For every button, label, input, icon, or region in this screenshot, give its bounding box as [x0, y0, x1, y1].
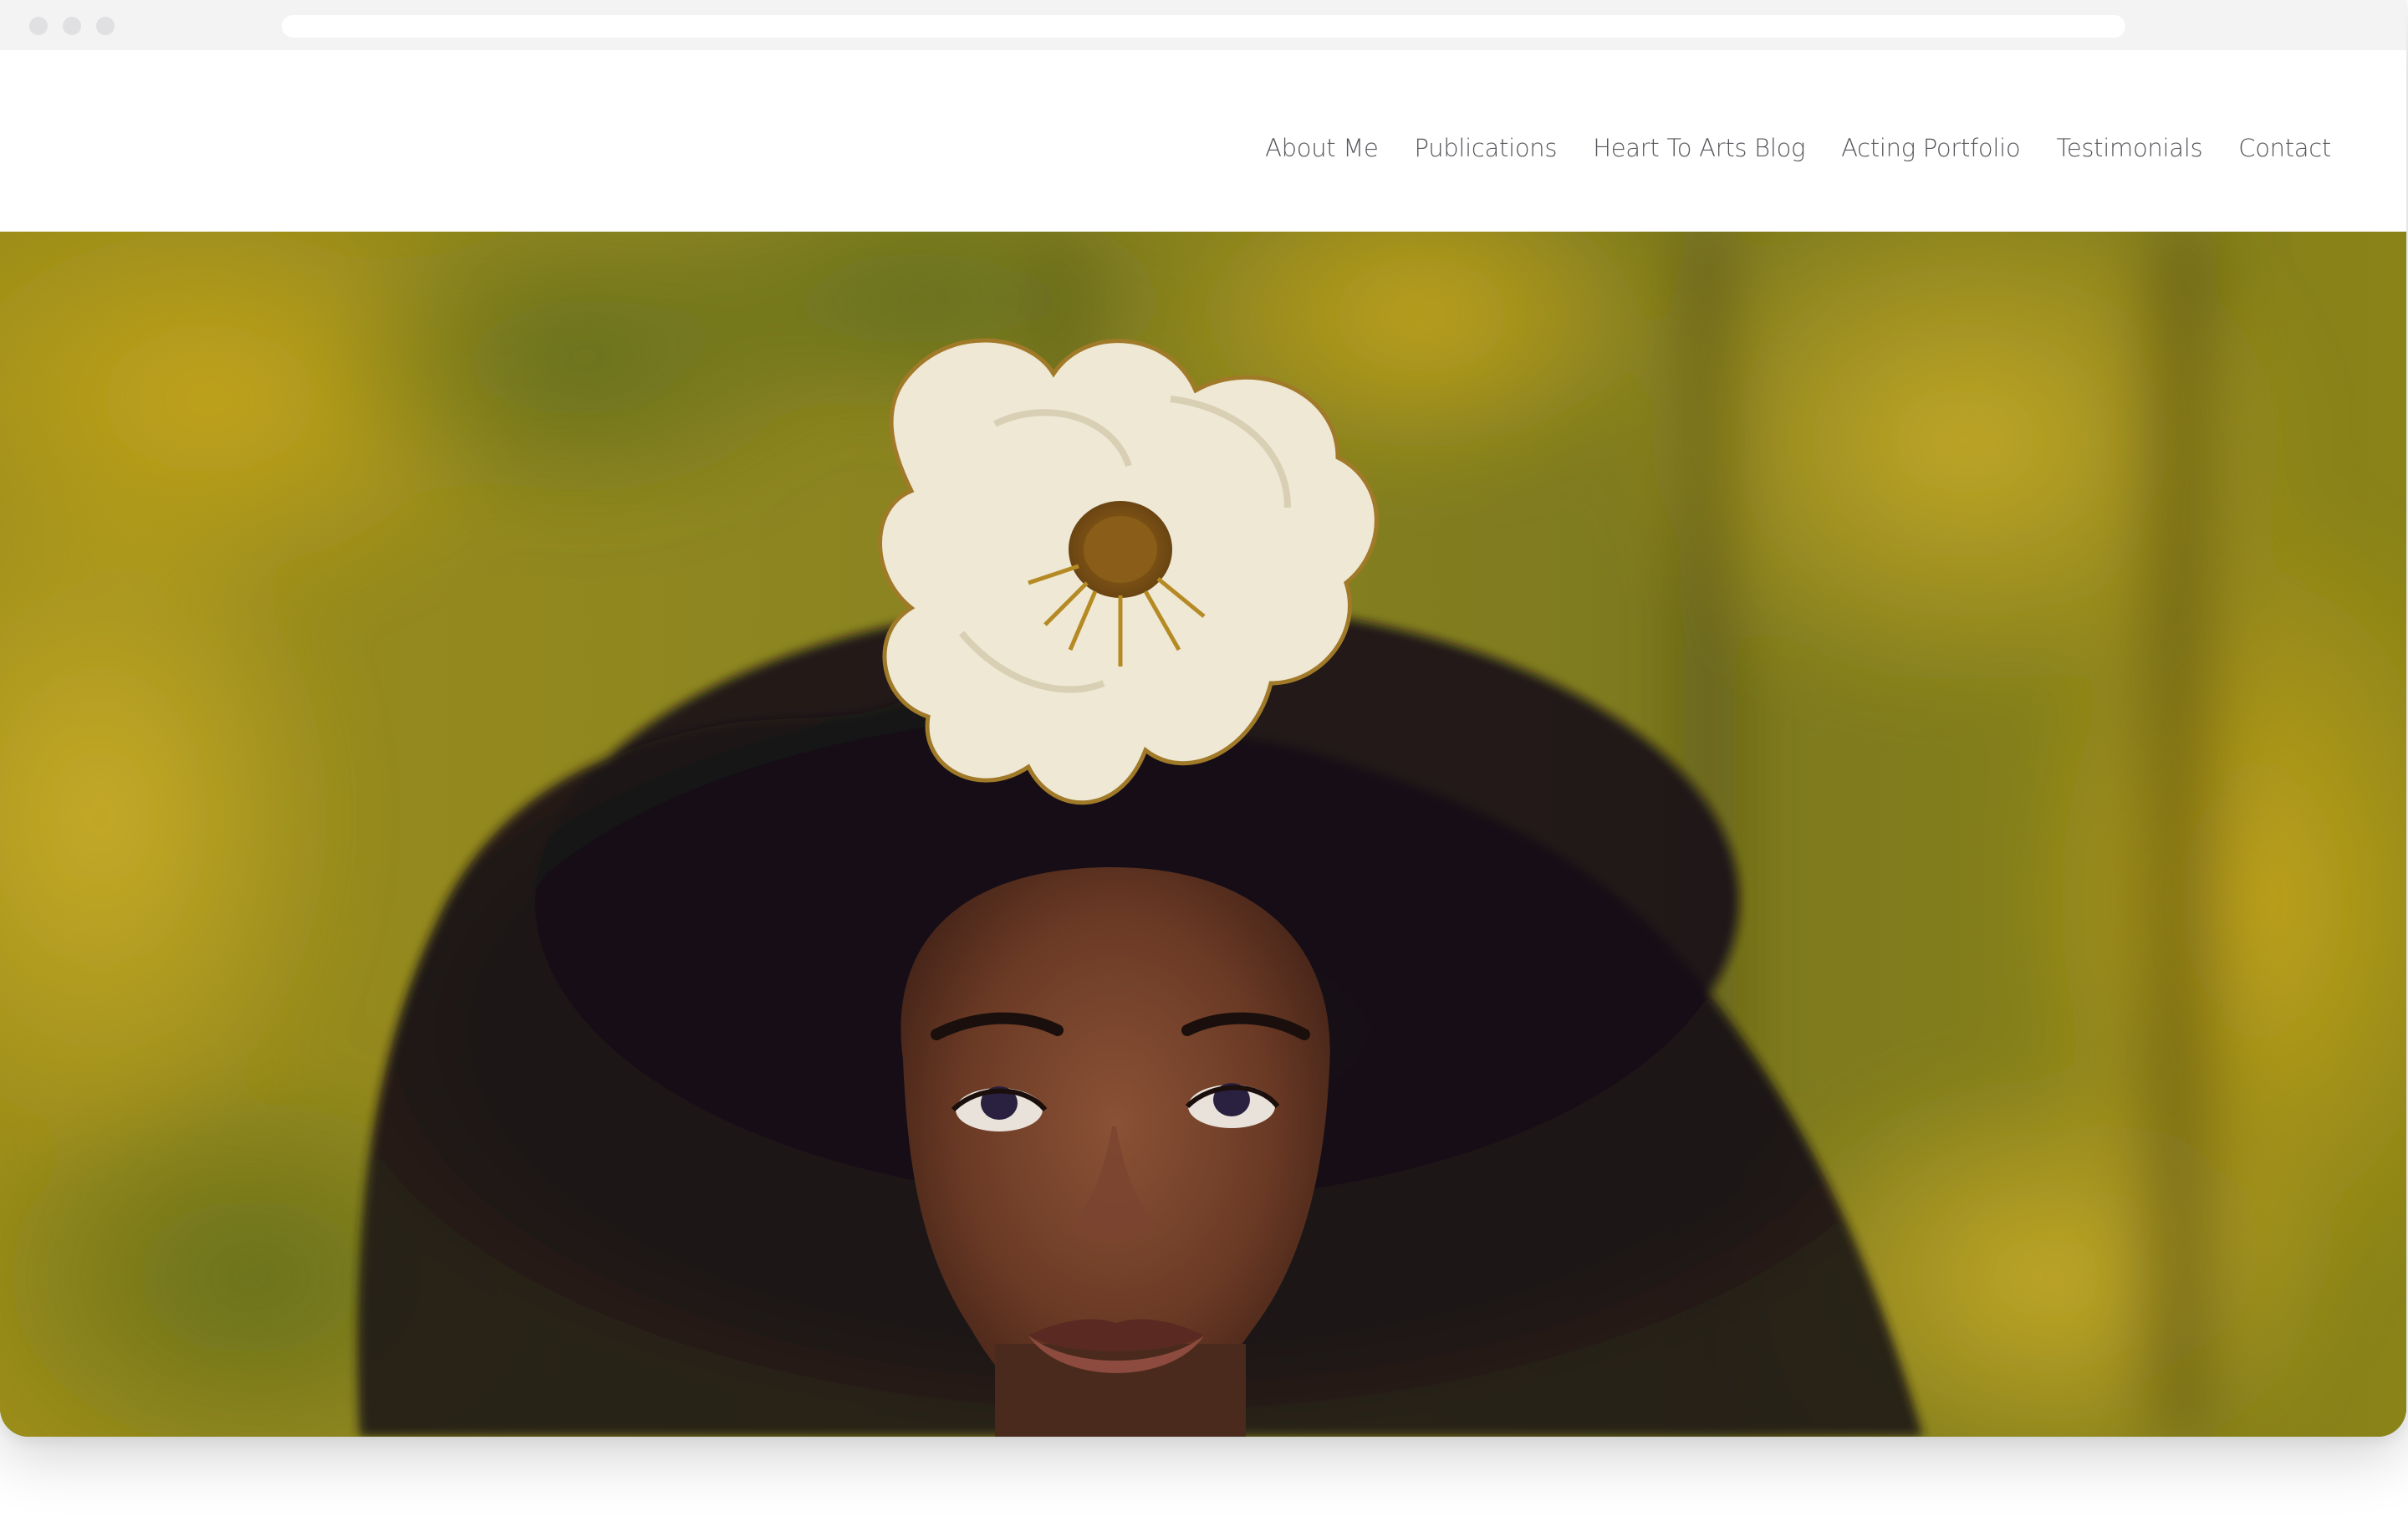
hero-portrait [0, 232, 2406, 1437]
browser-window: About Me Publications Heart To Arts Blog… [0, 0, 2406, 1437]
nav-item-acting-portfolio[interactable]: Acting Portfolio [1841, 134, 2021, 162]
minimize-dot[interactable] [63, 17, 81, 35]
hero-image [0, 232, 2406, 1437]
browser-chrome [0, 0, 2406, 50]
site-header: About Me Publications Heart To Arts Blog… [0, 50, 2406, 232]
maximize-dot[interactable] [96, 17, 115, 35]
close-dot[interactable] [29, 17, 48, 35]
url-bar[interactable] [282, 15, 2125, 38]
main-nav: About Me Publications Heart To Arts Blog… [1229, 134, 2331, 162]
nav-item-contact[interactable]: Contact [2238, 134, 2331, 162]
nav-item-testimonials[interactable]: Testimonials [2056, 134, 2202, 162]
nav-item-heart-to-arts-blog[interactable]: Heart To Arts Blog [1593, 134, 1805, 162]
nav-item-publications[interactable]: Publications [1415, 134, 1558, 162]
nav-item-about-me[interactable]: About Me [1265, 134, 1379, 162]
